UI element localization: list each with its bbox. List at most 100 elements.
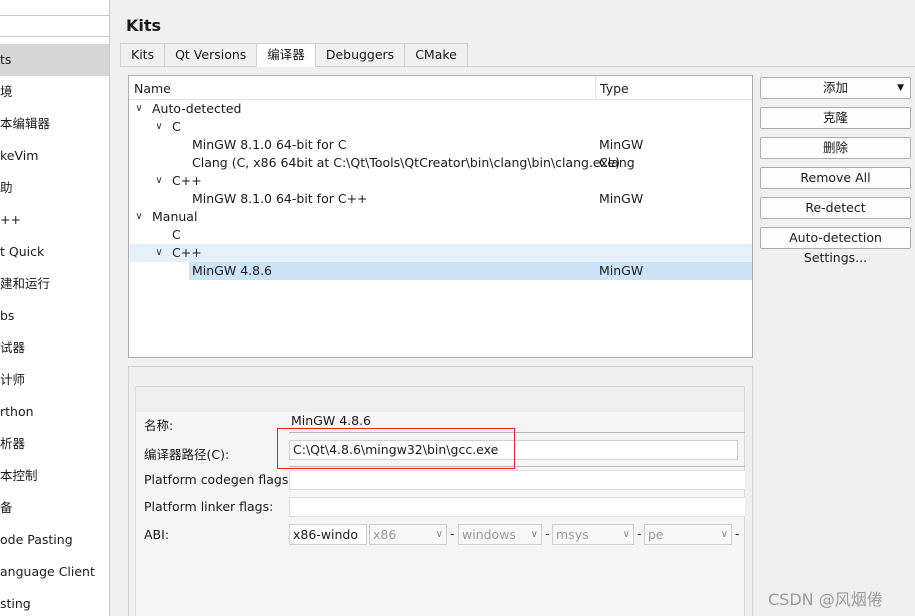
abi-separator: - <box>637 526 642 541</box>
sidebar-filter-input[interactable] <box>0 15 109 37</box>
tree-row-name: MinGW 8.1.0 64-bit for C++ <box>192 191 368 206</box>
tree-header: Name Type <box>129 76 752 100</box>
abi-flavor-value: msys <box>556 527 589 542</box>
abi-arch-select[interactable]: x86-windo <box>289 524 367 545</box>
sidebar-item-text-editor[interactable]: 本编辑器 <box>0 108 109 140</box>
chevron-down-icon: ∨ <box>720 529 728 540</box>
sidebar-item-environment[interactable]: 境 <box>0 76 109 108</box>
linker-flags-label: Platform linker flags: <box>144 499 274 514</box>
tree-row-name: MinGW 4.8.6 <box>192 263 273 278</box>
tree-row-name: Auto-detected <box>152 101 242 116</box>
tree-row-compiler[interactable]: MinGW 8.1.0 64-bit for C MinGW <box>129 136 752 154</box>
abi-bits-value: x86 <box>373 527 397 542</box>
page-title: Kits <box>126 16 162 35</box>
column-header-type[interactable]: Type <box>600 81 629 96</box>
sidebar-item-debugger[interactable]: 试器 <box>0 332 109 364</box>
sidebar-item-qt-quick[interactable]: t Quick <box>0 236 109 268</box>
abi-separator: - <box>545 526 550 541</box>
tree-row-compiler[interactable]: Clang (C, x86 64bit at C:\Qt\Tools\QtCre… <box>129 154 752 172</box>
tree-row-name: C++ <box>172 245 202 260</box>
tab-debuggers[interactable]: Debuggers <box>314 43 406 66</box>
tree-row-name: C <box>172 227 181 242</box>
chevron-down-icon[interactable]: ∨ <box>153 118 165 136</box>
abi-bits-select[interactable]: x86 ∨ <box>369 524 447 545</box>
sidebar-item-language-client[interactable]: anguage Client <box>0 556 109 588</box>
chevron-down-icon: ∨ <box>435 529 443 540</box>
abi-arch-value: x86-windo <box>293 527 359 542</box>
redetect-button[interactable]: Re-detect <box>760 197 911 219</box>
chevron-down-icon[interactable]: ∨ <box>133 100 145 118</box>
compiler-path-label: 编译器路径(C): <box>144 447 230 462</box>
tab-bar: Kits Qt Versions 编译器 Debuggers CMake <box>120 43 468 67</box>
remove-button[interactable]: 删除 <box>760 137 911 159</box>
sidebar-item-version-control[interactable]: 本控制 <box>0 460 109 492</box>
tab-cmake[interactable]: CMake <box>404 43 468 66</box>
auto-detection-settings-button[interactable]: Auto-detection Settings... <box>760 227 911 265</box>
sidebar-item-testing[interactable]: sting <box>0 588 109 616</box>
sidebar-item-help[interactable]: 助 <box>0 172 109 204</box>
sidebar-item-fakevim[interactable]: keVim <box>0 140 109 172</box>
column-header-name[interactable]: Name <box>134 81 171 96</box>
remove-all-button[interactable]: Remove All <box>760 167 911 189</box>
chevron-down-icon[interactable]: ∨ <box>153 244 165 262</box>
tree-row-selected-compiler[interactable]: MinGW 4.8.6 MinGW <box>129 262 752 280</box>
sidebar-item-cpp[interactable]: ++ <box>0 204 109 236</box>
sidebar-item-kits[interactable]: ts <box>0 44 109 76</box>
dropdown-arrow-icon: ▼ <box>897 83 904 93</box>
tree-row-type: Clang <box>599 155 635 170</box>
column-separator[interactable] <box>595 76 596 100</box>
sidebar-item-designer[interactable]: 计师 <box>0 364 109 396</box>
compiler-settings-window: ts 境 本编辑器 keVim 助 ++ t Quick 建和运行 bs 试器 … <box>0 0 915 616</box>
tree-row-auto-c[interactable]: ∨ C <box>129 118 752 136</box>
tab-compilers[interactable]: 编译器 <box>256 43 316 67</box>
chevron-down-icon: ∨ <box>530 529 538 540</box>
tree-row-type: MinGW <box>599 263 644 278</box>
sidebar-list: ts 境 本编辑器 keVim 助 ++ t Quick 建和运行 bs 试器 … <box>0 44 109 616</box>
chevron-down-icon[interactable]: ∨ <box>133 208 145 226</box>
tree-row-compiler[interactable]: MinGW 8.1.0 64-bit for C++ MinGW <box>129 190 752 208</box>
sidebar-item-analyzer[interactable]: 析器 <box>0 428 109 460</box>
tab-kits[interactable]: Kits <box>120 43 166 66</box>
tree-row-name: MinGW 8.1.0 64-bit for C <box>192 137 347 152</box>
sidebar-item-build-run[interactable]: 建和运行 <box>0 268 109 300</box>
abi-label: ABI: <box>144 527 170 542</box>
abi-os-value: windows <box>462 527 516 542</box>
chevron-down-icon: ∨ <box>622 529 630 540</box>
tree-row-name: C <box>172 119 181 134</box>
abi-format-value: pe <box>648 527 664 542</box>
sidebar-item-python[interactable]: rthon <box>0 396 109 428</box>
codegen-flags-field[interactable] <box>289 470 745 490</box>
clone-button[interactable]: 克隆 <box>760 107 911 129</box>
compiler-tree[interactable]: Name Type ∨ Auto-detected ∨ C MinGW 8.1.… <box>128 75 753 358</box>
tree-row-name: C++ <box>172 173 202 188</box>
tab-qt-versions[interactable]: Qt Versions <box>164 43 258 66</box>
tree-row-name: Manual <box>152 209 198 224</box>
tree-row-manual-cpp[interactable]: ∨ C++ <box>129 244 752 262</box>
options-sidebar: ts 境 本编辑器 keVim 助 ++ t Quick 建和运行 bs 试器 … <box>0 0 110 616</box>
tree-row-auto-detected[interactable]: ∨ Auto-detected <box>129 100 752 118</box>
abi-flavor-select[interactable]: msys ∨ <box>552 524 634 545</box>
sidebar-item-code-pasting[interactable]: ode Pasting <box>0 524 109 556</box>
tree-row-auto-cpp[interactable]: ∨ C++ <box>129 172 752 190</box>
details-header-strip <box>136 387 744 412</box>
name-label: 名称: <box>144 418 174 433</box>
codegen-flags-label: Platform codegen flags: <box>144 472 293 487</box>
selection-highlight <box>189 262 752 280</box>
tree-row-name: Clang (C, x86 64bit at C:\Qt\Tools\QtCre… <box>192 155 620 170</box>
abi-separator: - <box>735 526 740 541</box>
tree-row-manual[interactable]: ∨ Manual <box>129 208 752 226</box>
sidebar-item-qbs[interactable]: bs <box>0 300 109 332</box>
abi-os-select[interactable]: windows ∨ <box>458 524 542 545</box>
name-field[interactable]: MinGW 4.8.6 <box>291 413 371 428</box>
annotation-highlight-box <box>277 428 515 469</box>
chevron-down-icon[interactable]: ∨ <box>153 172 165 190</box>
tab-bar-divider <box>120 66 915 67</box>
tree-row-manual-c[interactable]: C <box>129 226 752 244</box>
add-button-label: 添加 <box>822 80 848 95</box>
tree-row-type: MinGW <box>599 137 644 152</box>
sidebar-item-devices[interactable]: 备 <box>0 492 109 524</box>
abi-format-select[interactable]: pe ∨ <box>644 524 732 545</box>
add-button[interactable]: 添加 ▼ <box>760 77 911 99</box>
linker-flags-field[interactable] <box>289 497 745 517</box>
abi-separator: - <box>450 526 455 541</box>
